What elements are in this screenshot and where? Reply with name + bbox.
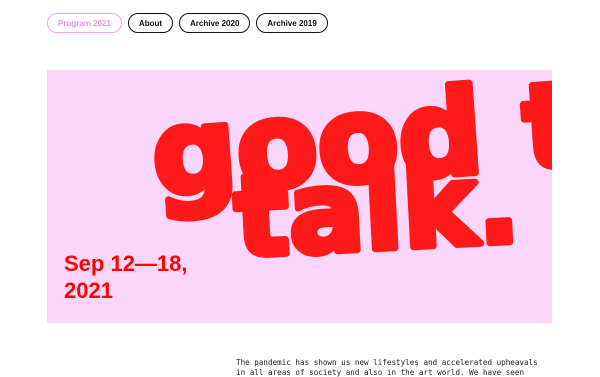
event-dates-range: Sep 12—18, (64, 250, 188, 277)
intro-line: The pandemic has shown us new lifestyles… (236, 358, 566, 368)
main-nav: Program 2021 About Archive 2020 Archive … (47, 13, 328, 33)
nav-program-2021[interactable]: Program 2021 (47, 13, 122, 33)
intro-text: The pandemic has shown us new lifestyles… (236, 358, 566, 377)
nav-archive-2019[interactable]: Archive 2019 (256, 13, 327, 33)
hero-headline-line2: talk. (232, 138, 523, 283)
nav-about[interactable]: About (128, 13, 173, 33)
event-dates-year: 2021 (64, 277, 188, 304)
intro-line: in all areas of society and also in the … (236, 368, 566, 377)
hero-banner: good to talk. Sep 12—18, 2021 (47, 70, 552, 323)
event-dates: Sep 12—18, 2021 (64, 250, 188, 304)
nav-archive-2020[interactable]: Archive 2020 (179, 13, 250, 33)
